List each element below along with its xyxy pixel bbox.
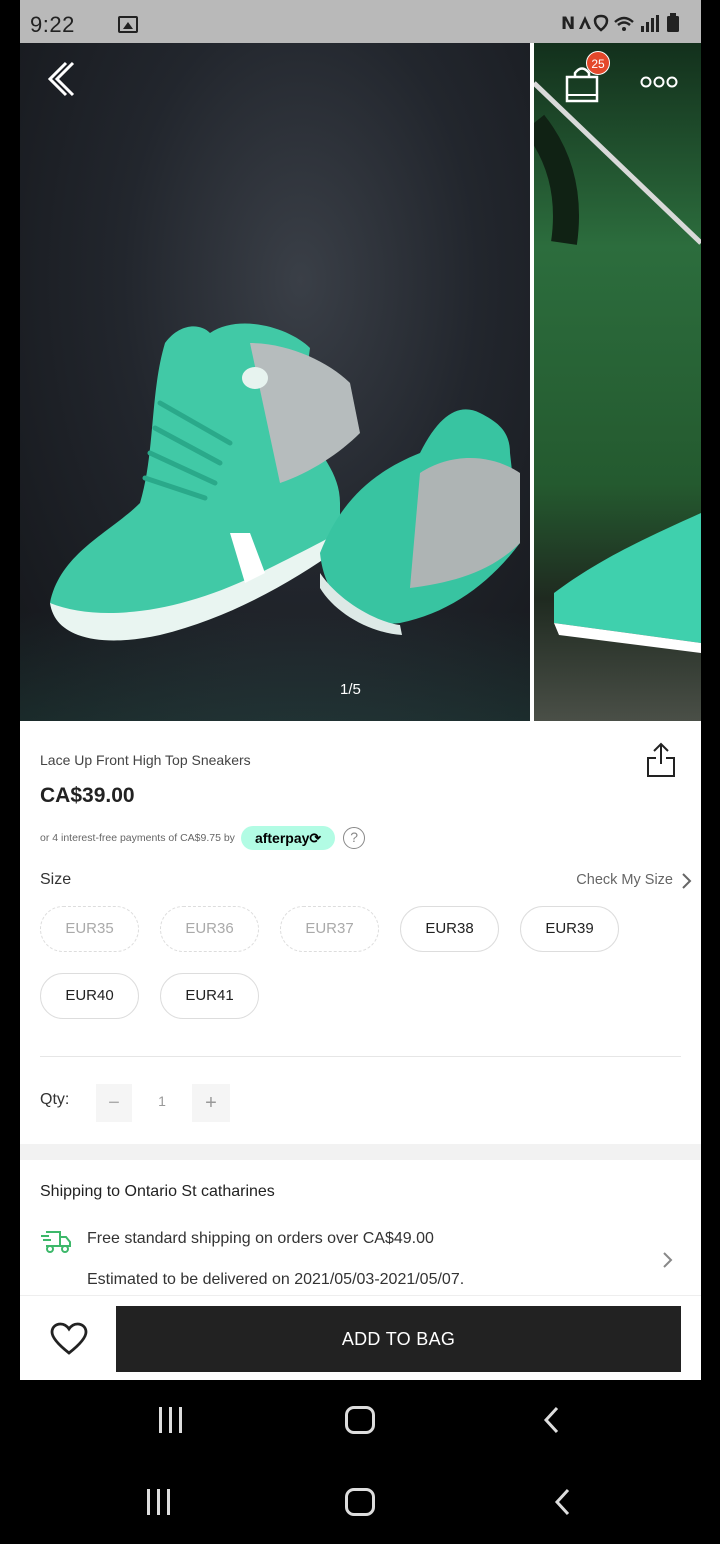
home-icon[interactable] — [345, 1488, 375, 1516]
size-option-eur40[interactable]: EUR40 — [40, 973, 139, 1019]
section-separator — [20, 1144, 701, 1160]
product-price: CA$39.00 — [40, 784, 135, 807]
sneaker-image-secondary — [523, 81, 701, 653]
afterpay-text: or 4 interest-free payments of CA$9.75 b… — [40, 832, 235, 844]
product-image-next[interactable] — [523, 43, 701, 721]
cart-count-badge: 25 — [586, 51, 610, 75]
more-icon[interactable] — [640, 75, 678, 89]
afterpay-brand: afterpay — [254, 830, 310, 846]
chevron-right-icon[interactable] — [660, 1250, 674, 1270]
status-indicators-icon: N — [561, 12, 691, 40]
afterpay-info: or 4 interest-free payments of CA$9.75 b… — [40, 826, 366, 850]
product-image-gallery[interactable]: 1/5 25 — [20, 43, 701, 721]
section-divider — [40, 1056, 681, 1057]
system-nav-bar — [0, 1380, 720, 1460]
quantity-value[interactable]: 1 — [142, 1093, 182, 1109]
image-counter: 1/5 — [340, 681, 361, 698]
add-to-bag-button[interactable]: ADD TO BAG — [116, 1306, 681, 1372]
back-icon[interactable] — [44, 59, 80, 99]
size-option-eur41[interactable]: EUR41 — [160, 973, 259, 1019]
status-bar: 9:22 N — [20, 0, 701, 43]
back-nav-icon[interactable] — [542, 1406, 560, 1434]
chevron-right-icon[interactable] — [679, 872, 693, 890]
size-option-eur38[interactable]: EUR38 — [400, 906, 499, 952]
check-my-size-link[interactable]: Check My Size — [576, 872, 673, 888]
help-icon[interactable]: ? — [343, 827, 366, 849]
truck-icon — [41, 1231, 71, 1253]
bottom-action-bar: ADD TO BAG — [20, 1295, 701, 1380]
size-option-eur37[interactable]: EUR37 — [280, 906, 379, 952]
gallery-notification-icon — [118, 16, 138, 33]
back-nav-icon[interactable] — [553, 1488, 571, 1516]
size-option-eur35[interactable]: EUR35 — [40, 906, 139, 952]
home-icon[interactable] — [345, 1406, 375, 1434]
heart-icon[interactable] — [50, 1322, 88, 1356]
recent-apps-icon[interactable] — [144, 1489, 174, 1515]
share-icon[interactable] — [646, 742, 676, 778]
sneaker-image — [50, 323, 520, 641]
quantity-increase-button[interactable]: + — [192, 1084, 230, 1122]
status-time: 9:22 — [30, 12, 75, 37]
size-option-eur39[interactable]: EUR39 — [520, 906, 619, 952]
delivery-estimate-text: Estimated to be delivered on 2021/05/03-… — [87, 1271, 465, 1288]
size-label: Size — [40, 871, 72, 888]
product-image-main[interactable]: 1/5 — [20, 43, 530, 721]
recent-apps-icon[interactable] — [156, 1407, 186, 1433]
shipping-title: Shipping to Ontario St catharines — [40, 1183, 275, 1200]
free-shipping-text: Free standard shipping on orders over CA… — [87, 1230, 434, 1247]
svg-text:N: N — [561, 14, 576, 34]
size-option-eur36[interactable]: EUR36 — [160, 906, 259, 952]
system-nav-bar-secondary — [0, 1462, 720, 1542]
afterpay-logo[interactable]: afterpay⟳ — [240, 826, 336, 850]
afterpay-arrows-icon: ⟳ — [309, 830, 322, 846]
quantity-decrease-button[interactable]: − — [96, 1084, 132, 1122]
app-screen: 9:22 N 1/5 25 Lace Up Front High Top Sne… — [20, 0, 701, 1380]
quantity-label: Qty: — [40, 1091, 70, 1108]
product-title: Lace Up Front High Top Sneakers — [40, 752, 251, 768]
